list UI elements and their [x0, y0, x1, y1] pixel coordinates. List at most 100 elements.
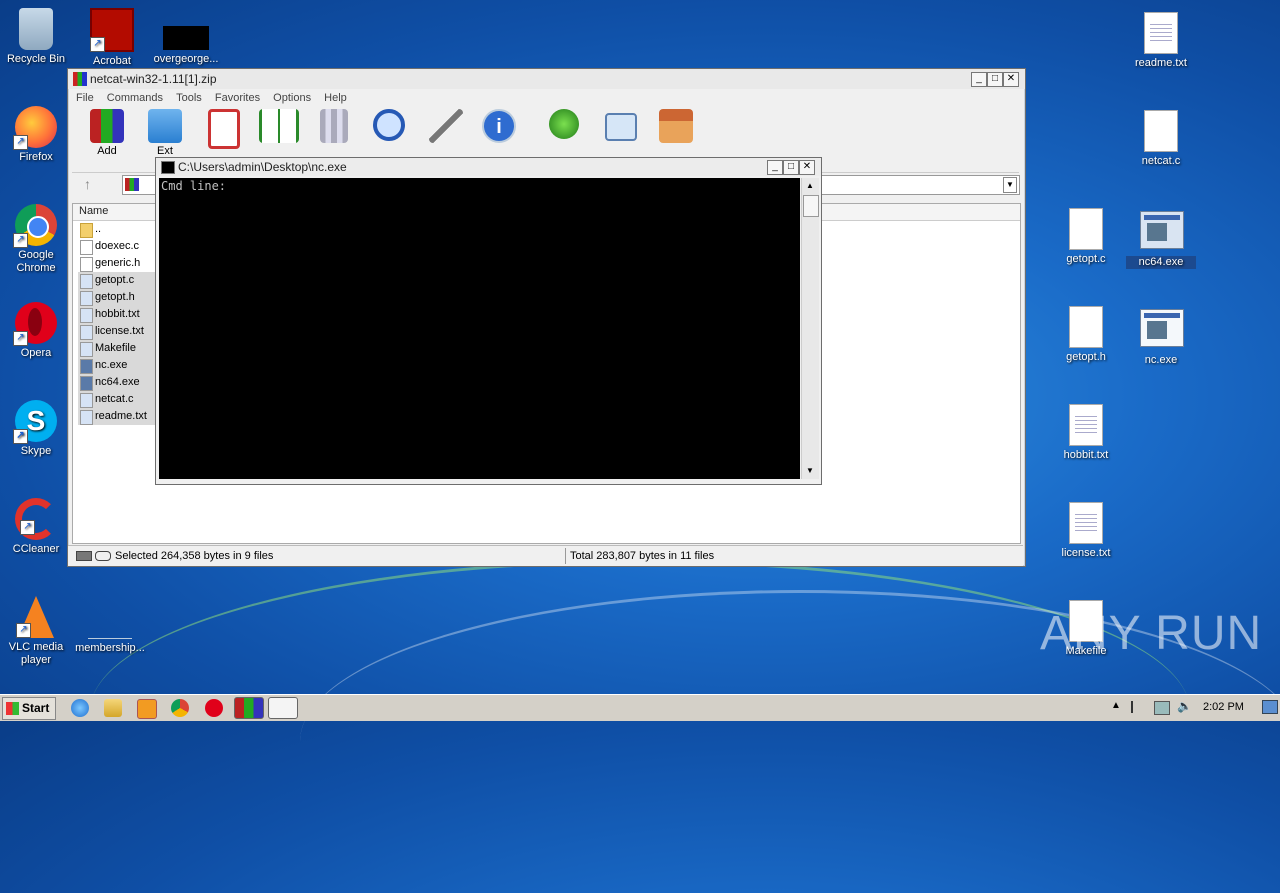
winrar-menubar: File Commands Tools Favorites Options He… [68, 89, 1025, 107]
console-taskbar-icon[interactable] [268, 697, 298, 719]
text-file-icon [1144, 12, 1178, 54]
media-player-icon[interactable] [137, 699, 157, 719]
explorer-icon[interactable] [104, 699, 122, 717]
file-row[interactable]: Makefile [78, 340, 155, 357]
desktop-icon-hobbit[interactable]: hobbit.txt [1051, 404, 1121, 462]
scroll-down-arrow-icon[interactable]: ▼ [803, 464, 817, 478]
test-button[interactable] [201, 109, 247, 151]
file-row[interactable]: getopt.c [78, 272, 155, 289]
console-prompt-line: Cmd line: [161, 179, 227, 193]
file-icon [80, 240, 93, 255]
minimize-button[interactable]: _ [971, 72, 987, 87]
desktop-icon-ccleaner[interactable]: ↗ CCleaner [1, 498, 71, 556]
virusscan-button[interactable] [541, 109, 587, 141]
file-icon [80, 325, 93, 340]
folder-extract-icon [148, 109, 182, 143]
winrar-taskbar-icon[interactable] [234, 697, 264, 719]
winrar-app-icon [73, 72, 87, 86]
wizard-button[interactable] [423, 109, 469, 145]
network-icon[interactable] [1154, 701, 1170, 715]
up-arrow-icon[interactable]: ↑ [84, 176, 91, 192]
scroll-thumb[interactable] [803, 195, 819, 217]
file-icon [1069, 208, 1103, 250]
menu-options[interactable]: Options [273, 89, 311, 107]
scroll-up-arrow-icon[interactable]: ▲ [803, 179, 817, 193]
desktop-icon-nc64[interactable]: nc64.exe [1126, 208, 1196, 269]
view-button[interactable] [256, 109, 302, 145]
status-selected: Selected 264,358 bytes in 9 files [115, 550, 274, 562]
desktop-icon-chrome[interactable]: ↗ Google Chrome [1, 204, 71, 275]
console-titlebar[interactable]: C:\Users\admin\Desktop\nc.exe _ □ ✕ [156, 158, 821, 176]
desktop-icon-nc-exe[interactable]: nc.exe [1126, 306, 1196, 367]
console-scrollbar[interactable]: ▲ ▼ [801, 178, 819, 479]
clock[interactable]: 2:02 PM [1203, 701, 1244, 713]
archive-add-icon [90, 109, 124, 143]
menu-file[interactable]: File [76, 89, 94, 107]
sfx-button[interactable] [653, 109, 699, 145]
desktop-icon-recycle-bin[interactable]: Recycle Bin [1, 8, 71, 66]
file-icon [80, 308, 93, 323]
firefox-icon: ↗ [13, 106, 57, 150]
console-output[interactable]: Cmd line: [159, 178, 800, 479]
desktop-icon-skype[interactable]: S ↗ Skype [1, 400, 71, 458]
file-row[interactable]: hobbit.txt [78, 306, 155, 323]
desktop-icon-firefox[interactable]: ↗ Firefox [1, 106, 71, 164]
menu-tools[interactable]: Tools [176, 89, 202, 107]
close-button[interactable]: ✕ [1003, 72, 1019, 87]
info-icon: i [482, 109, 516, 143]
skype-icon: S ↗ [13, 400, 57, 444]
file-icon [1144, 110, 1178, 152]
file-row[interactable]: .. [78, 221, 155, 238]
winrar-titlebar[interactable]: netcat-win32-1.11[1].zip _ □ ✕ [68, 69, 1025, 89]
book-view-icon [259, 109, 299, 143]
desktop-icon-vlc[interactable]: ↗ VLC media player [1, 596, 71, 667]
menu-favorites[interactable]: Favorites [215, 89, 260, 107]
menu-commands[interactable]: Commands [107, 89, 163, 107]
file-row[interactable]: getopt.h [78, 289, 155, 306]
trash-icon [320, 109, 348, 143]
file-row[interactable]: readme.txt [78, 408, 155, 425]
file-row[interactable]: generic.h [78, 255, 155, 272]
file-row[interactable]: nc.exe [78, 357, 155, 374]
delete-button[interactable] [311, 109, 357, 145]
comment-button[interactable] [598, 109, 644, 143]
desktop-icon-opera[interactable]: ↗ Opera [1, 302, 71, 360]
column-name[interactable]: Name [79, 205, 108, 217]
desktop-icon-overgeorge[interactable]: overgeorge... [151, 8, 221, 66]
desktop-icon-readme[interactable]: readme.txt [1126, 12, 1196, 70]
menu-help[interactable]: Help [324, 89, 347, 107]
show-desktop-icon[interactable] [1262, 700, 1278, 714]
maximize-button[interactable]: □ [783, 160, 799, 175]
text-file-icon [1069, 404, 1103, 446]
volume-icon[interactable]: 🔈 [1177, 699, 1192, 713]
executable-icon [80, 376, 93, 391]
extract-button[interactable]: Ext [142, 109, 188, 157]
dropdown-arrow-icon[interactable]: ▼ [1003, 177, 1017, 193]
flag-tray-icon[interactable] [1131, 701, 1145, 713]
maximize-button[interactable]: □ [987, 72, 1003, 87]
close-button[interactable]: ✕ [799, 160, 815, 175]
console-window[interactable]: C:\Users\admin\Desktop\nc.exe _ □ ✕ Cmd … [155, 157, 822, 485]
desktop-icon-license[interactable]: license.txt [1051, 502, 1121, 560]
opera-taskbar-icon[interactable] [205, 699, 223, 717]
magnifier-icon [373, 109, 405, 141]
desktop-icon-membership[interactable]: membership... [75, 596, 145, 655]
desktop-icon-getopt-h[interactable]: getopt.h [1051, 306, 1121, 364]
find-button[interactable] [366, 109, 412, 143]
start-button[interactable]: Start [2, 697, 56, 720]
chrome-taskbar-icon[interactable] [171, 699, 189, 717]
tray-arrow-icon[interactable]: ▲ [1111, 700, 1121, 711]
minimize-button[interactable]: _ [767, 160, 783, 175]
file-row[interactable]: license.txt [78, 323, 155, 340]
info-button[interactable]: i [476, 109, 522, 145]
desktop-icon-acrobat[interactable]: ↗ Acrobat [77, 8, 147, 68]
add-button[interactable]: Add [84, 109, 130, 157]
file-row[interactable]: doexec.c [78, 238, 155, 255]
file-icon [80, 410, 93, 425]
file-row[interactable]: netcat.c [78, 391, 155, 408]
ie-icon[interactable] [71, 699, 89, 717]
file-row[interactable]: nc64.exe [78, 374, 155, 391]
desktop-icon-getopt-c[interactable]: getopt.c [1051, 208, 1121, 266]
taskbar: Start ▲ 🔈 2:02 PM [0, 694, 1280, 721]
desktop-icon-netcat-c[interactable]: netcat.c [1126, 110, 1196, 168]
